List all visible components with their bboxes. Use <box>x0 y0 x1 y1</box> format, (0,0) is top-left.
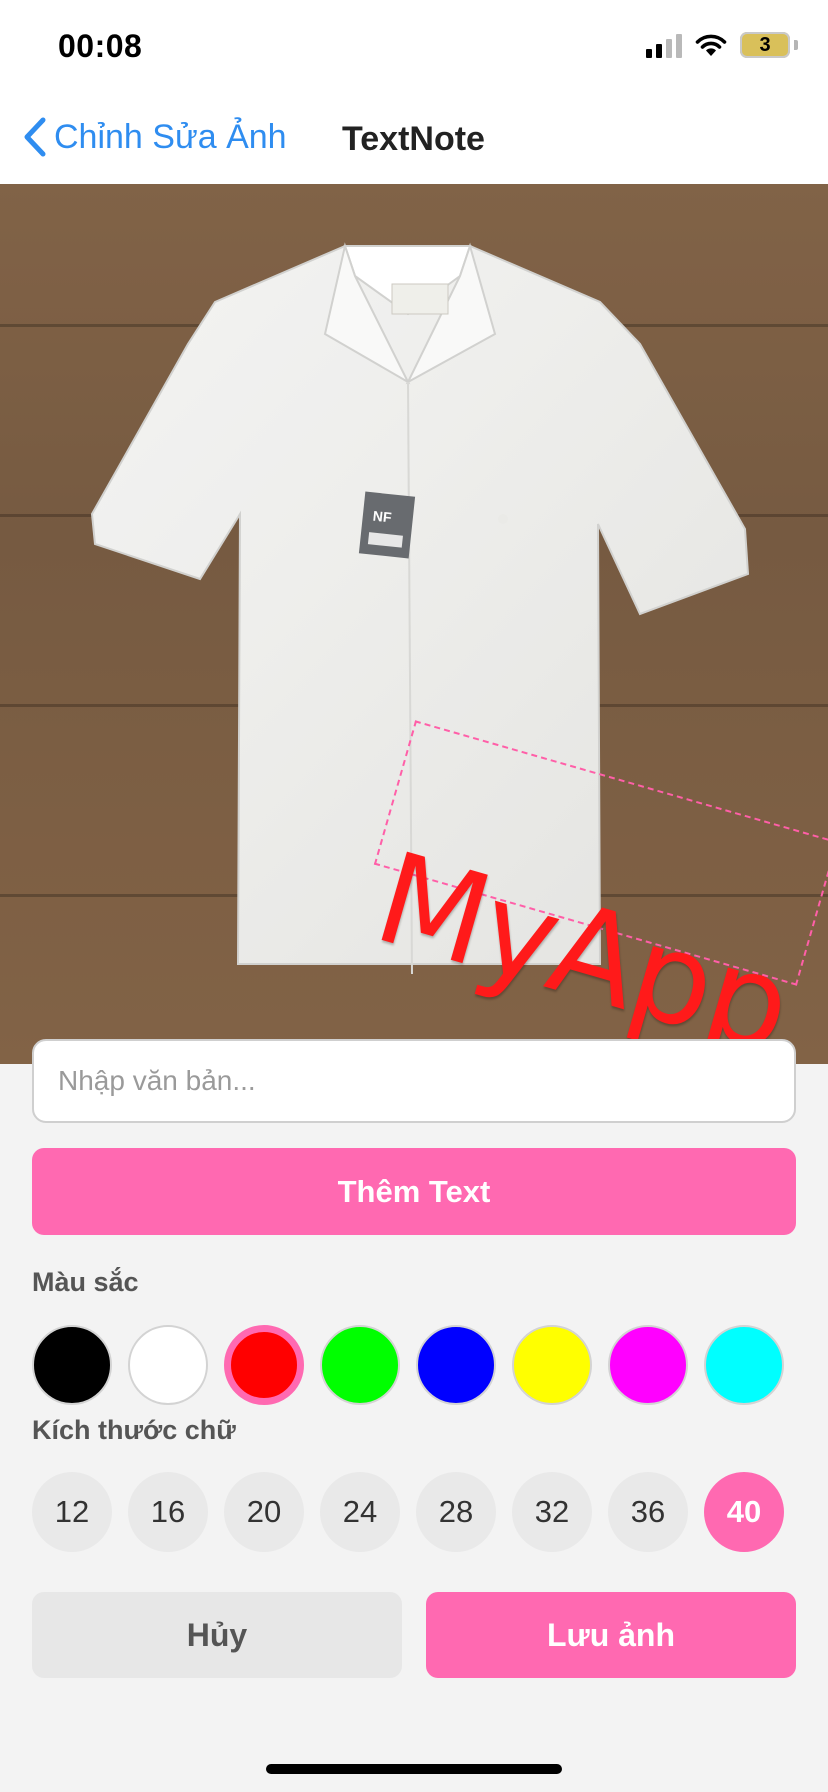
home-indicator <box>266 1764 562 1774</box>
font-size-options: 12 16 20 24 28 32 36 40 <box>32 1472 796 1552</box>
color-swatch-red[interactable] <box>224 1325 304 1405</box>
page-title: TextNote <box>342 120 485 158</box>
color-swatch-black[interactable] <box>32 1325 112 1405</box>
add-text-button[interactable]: Thêm Text <box>32 1148 796 1235</box>
color-swatch-magenta[interactable] <box>608 1325 688 1405</box>
font-size-option-selected[interactable]: 40 <box>704 1472 784 1552</box>
color-palette <box>32 1325 796 1405</box>
navigation-bar: Chỉnh Sửa Ảnh TextNote <box>0 96 828 184</box>
battery-level: 3 <box>759 33 771 56</box>
status-icons: 3 <box>646 32 798 58</box>
wifi-icon <box>695 34 727 56</box>
font-size-option[interactable]: 12 <box>32 1472 112 1552</box>
font-size-option[interactable]: 32 <box>512 1472 592 1552</box>
font-size-option[interactable]: 36 <box>608 1472 688 1552</box>
cellular-signal-icon <box>646 32 682 58</box>
color-swatch-green[interactable] <box>320 1325 400 1405</box>
color-swatch-yellow[interactable] <box>512 1325 592 1405</box>
back-button[interactable]: Chỉnh Sửa Ảnh <box>22 116 287 158</box>
font-size-section-label: Kích thước chữ <box>32 1415 236 1445</box>
cancel-button[interactable]: Hủy <box>32 1592 402 1678</box>
battery-icon: 3 <box>740 32 790 58</box>
color-section-label: Màu sắc <box>32 1267 139 1297</box>
photo-canvas[interactable]: NF MyApp <box>0 184 828 1064</box>
font-size-option[interactable]: 24 <box>320 1472 400 1552</box>
color-swatch-blue[interactable] <box>416 1325 496 1405</box>
font-size-option[interactable]: 16 <box>128 1472 208 1552</box>
status-bar: 00:08 3 <box>0 0 828 96</box>
font-size-option[interactable]: 28 <box>416 1472 496 1552</box>
color-swatch-cyan[interactable] <box>704 1325 784 1405</box>
save-image-button[interactable]: Lưu ảnh <box>426 1592 796 1678</box>
status-time: 00:08 <box>58 28 143 64</box>
color-swatch-white[interactable] <box>128 1325 208 1405</box>
font-size-option[interactable]: 20 <box>224 1472 304 1552</box>
chevron-left-icon <box>24 117 46 157</box>
battery-nub <box>794 40 798 50</box>
back-button-label: Chỉnh Sửa Ảnh <box>54 117 287 156</box>
text-input[interactable] <box>32 1039 796 1123</box>
